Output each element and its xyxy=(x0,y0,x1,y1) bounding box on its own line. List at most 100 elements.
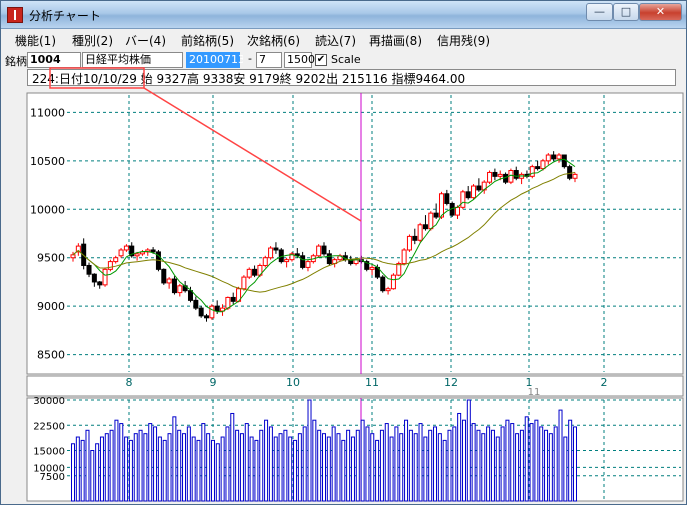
candle-body xyxy=(380,276,386,292)
volume-bar xyxy=(109,429,114,502)
candle-body xyxy=(401,249,407,265)
volume-bar xyxy=(297,433,302,502)
volume-bar xyxy=(307,399,312,502)
volume-bar xyxy=(220,436,225,502)
candle-body xyxy=(86,264,92,275)
candle-body xyxy=(572,173,578,179)
volume-bar xyxy=(490,429,495,502)
candle-body xyxy=(567,166,573,179)
candle-body xyxy=(556,154,562,160)
volume-bar xyxy=(186,426,191,502)
volume-bar xyxy=(143,433,148,502)
candle-body xyxy=(177,285,183,294)
volume-bar xyxy=(336,433,341,502)
volume-bar xyxy=(408,429,413,502)
volume-bar xyxy=(365,426,370,502)
volume-bar xyxy=(148,423,153,502)
volume-bar xyxy=(404,419,409,502)
volume-bar xyxy=(553,426,558,502)
volume-bar xyxy=(235,429,240,502)
candle-body xyxy=(497,173,503,177)
price-tick-label: 8500 xyxy=(37,349,65,362)
candle-body xyxy=(246,268,252,278)
candle-body xyxy=(476,185,482,191)
price-tick-label: 10500 xyxy=(30,155,65,168)
volume-bar xyxy=(500,426,505,502)
volume-bar xyxy=(239,433,244,502)
date-highlight-box xyxy=(49,67,145,89)
volume-bar xyxy=(481,433,486,502)
volume-bar xyxy=(302,426,307,502)
volume-bar xyxy=(399,433,404,502)
volume-bar xyxy=(563,436,568,502)
volume-tick-label: 22500 xyxy=(33,421,65,432)
x-tick-label: 8 xyxy=(126,376,133,389)
volume-bar xyxy=(476,429,481,502)
volume-bar xyxy=(71,443,75,502)
volume-bar xyxy=(495,436,500,502)
candle-body xyxy=(161,268,167,284)
volume-bar xyxy=(191,436,196,502)
volume-bar xyxy=(128,439,133,502)
volume-bar xyxy=(177,429,182,502)
volume-bar xyxy=(114,419,119,502)
candle-body xyxy=(171,278,177,294)
candle-body xyxy=(262,257,268,266)
candle-body xyxy=(273,247,279,251)
x-tick-label: 12 xyxy=(444,376,458,389)
volume-bar xyxy=(539,426,544,502)
volume-bar xyxy=(346,429,351,502)
volume-bar xyxy=(505,419,510,502)
volume-bar xyxy=(423,436,428,502)
volume-bar xyxy=(133,433,138,502)
chart-canvas[interactable]: 1100010500100009500900085008 9 10 11 12 1 2113… xyxy=(1,1,687,505)
volume-bar xyxy=(447,429,452,502)
candle-body xyxy=(193,299,199,309)
volume-bar xyxy=(288,436,293,502)
x-tick-label: 2 xyxy=(601,376,608,389)
candle-body xyxy=(113,257,119,263)
candle-body xyxy=(444,193,450,204)
candle-body xyxy=(471,185,477,199)
candle-body xyxy=(316,245,322,257)
candle-body xyxy=(91,273,97,283)
candle-body xyxy=(433,212,439,218)
candle-body xyxy=(438,193,444,218)
volume-bar xyxy=(375,439,380,502)
volume-bar xyxy=(529,423,534,502)
volume-bar xyxy=(312,419,317,502)
volume-bar xyxy=(75,436,80,502)
volume-bar xyxy=(389,436,394,502)
volume-bar xyxy=(124,436,129,502)
volume-bar xyxy=(201,423,206,502)
volume-bar xyxy=(206,433,211,502)
volume-bar xyxy=(558,409,563,502)
x-tick-sublabel: 11 xyxy=(528,387,541,398)
candle-body xyxy=(545,154,551,162)
price-tick-label: 10000 xyxy=(30,203,65,216)
candle-body xyxy=(551,154,557,160)
volume-bar xyxy=(452,426,457,502)
candle-body xyxy=(134,253,140,257)
volume-bar xyxy=(466,399,471,502)
candle-body xyxy=(150,249,156,253)
volume-bar xyxy=(273,436,278,502)
candle-body xyxy=(284,259,290,263)
volume-bar xyxy=(268,426,273,502)
volume-bar xyxy=(162,439,167,502)
volume-bar xyxy=(355,429,360,502)
volume-bar xyxy=(254,439,259,502)
volume-bar xyxy=(442,439,447,502)
candle-body xyxy=(305,261,311,268)
volume-bar xyxy=(457,412,462,502)
volume-bar xyxy=(167,433,172,502)
volume-bar xyxy=(486,426,491,502)
volume-bar xyxy=(264,419,269,502)
candle-body xyxy=(225,296,231,309)
volume-tick-label: 7500 xyxy=(40,472,65,483)
candle-body xyxy=(198,307,204,317)
volume-bar xyxy=(172,416,177,502)
candle-body xyxy=(300,255,306,268)
volume-tick-label: 30000 xyxy=(33,396,65,407)
volume-bar xyxy=(244,423,249,502)
